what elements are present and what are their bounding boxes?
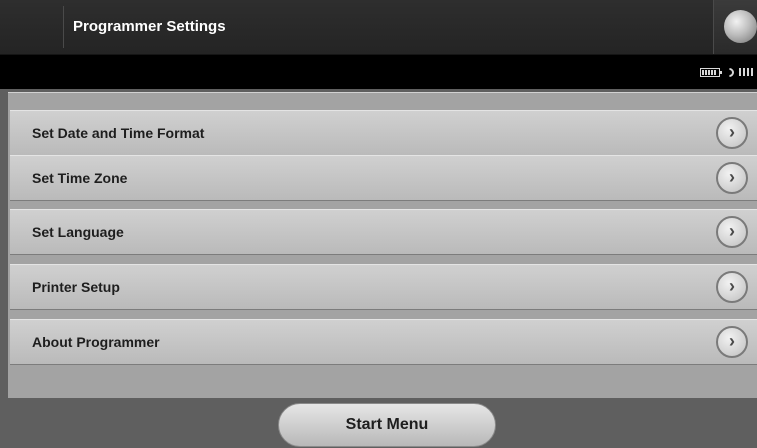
globe-button[interactable]	[713, 0, 757, 54]
chevron-right-icon[interactable]: ›	[716, 271, 748, 303]
globe-icon	[724, 10, 757, 43]
signal-icon	[739, 68, 753, 76]
chevron-right-icon[interactable]: ›	[716, 216, 748, 248]
bottom-bar: Start Menu	[0, 398, 757, 448]
chevron-right-icon[interactable]: ›	[716, 117, 748, 149]
menu-item-label: Printer Setup	[32, 279, 120, 295]
title-divider	[63, 6, 64, 48]
start-menu-button[interactable]: Start Menu	[278, 403, 496, 447]
chevron-right-icon[interactable]: ›	[716, 326, 748, 358]
menu-item-set-time-zone[interactable]: Set Time Zone ›	[10, 155, 757, 201]
menu-item-label: Set Language	[32, 224, 124, 240]
menu-item-set-language[interactable]: Set Language ›	[10, 209, 757, 255]
title-bar: Programmer Settings	[0, 0, 757, 55]
chevron-right-icon[interactable]: ›	[716, 162, 748, 194]
status-bar	[0, 55, 757, 89]
wifi-icon	[723, 65, 736, 79]
menu-item-printer-setup[interactable]: Printer Setup ›	[10, 264, 757, 310]
status-icons	[700, 65, 753, 79]
settings-list: Set Date and Time Format › Set Time Zone…	[8, 92, 757, 398]
menu-item-about-programmer[interactable]: About Programmer ›	[10, 319, 757, 365]
menu-item-label: Set Time Zone	[32, 170, 128, 186]
page-title: Programmer Settings	[73, 18, 226, 35]
menu-item-label: Set Date and Time Format	[32, 125, 205, 141]
menu-item-set-date-time-format[interactable]: Set Date and Time Format ›	[10, 110, 757, 156]
battery-icon	[700, 67, 722, 77]
menu-item-label: About Programmer	[32, 334, 160, 350]
